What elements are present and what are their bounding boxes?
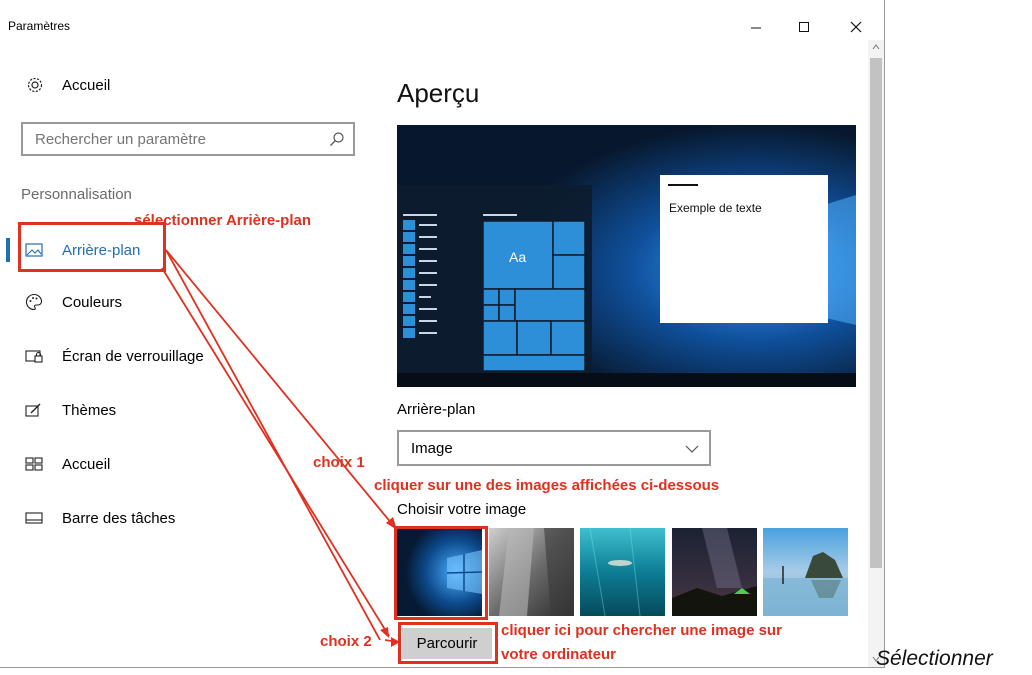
annotation-select-background: sélectionner Arrière-plan <box>134 212 312 229</box>
sidebar-item-label: Barre des tâches <box>62 509 176 527</box>
lock-screen-icon <box>24 346 44 366</box>
palette-icon <box>24 292 44 312</box>
close-icon <box>850 21 862 33</box>
home-label: Accueil <box>62 76 111 94</box>
chevron-down-icon <box>685 445 699 453</box>
vertical-scrollbar[interactable] <box>868 40 884 667</box>
sidebar-item-label: Couleurs <box>62 293 123 311</box>
section-title: Personnalisation <box>21 186 132 203</box>
sidebar-item-taskbar[interactable]: Barre des tâches <box>0 498 372 538</box>
search-box[interactable] <box>21 122 355 156</box>
close-button[interactable] <box>836 12 876 42</box>
sidebar-item-label: Thèmes <box>62 401 117 419</box>
active-indicator <box>6 238 10 262</box>
minimize-icon <box>751 27 761 29</box>
maximize-button[interactable] <box>784 12 824 42</box>
scrollbar-thumb[interactable] <box>870 58 882 568</box>
sidebar-item-label: Écran de verrouillage <box>62 347 204 365</box>
annotation-choice-1-text: cliquer sur une des images affichées ci-… <box>374 477 720 494</box>
background-label: Arrière-plan <box>397 401 476 418</box>
highlight-box-background-item <box>18 222 166 272</box>
annotation-choice-2-text-line1: cliquer ici pour chercher une image sur <box>501 622 782 639</box>
annotation-choice-1: choix 1 <box>313 454 365 471</box>
taskbar-icon <box>24 508 44 528</box>
choose-image-label: Choisir votre image <box>397 501 527 518</box>
thumbnail-night-sky-tent[interactable] <box>672 528 757 616</box>
search-icon <box>330 132 344 146</box>
preview-image <box>397 125 856 387</box>
annotation-choice-2: choix 2 <box>320 633 372 650</box>
sidebar-item-themes[interactable]: Thèmes <box>0 390 372 430</box>
window-title: Paramètres <box>8 19 71 33</box>
caption-text: Sélectionner <box>876 647 993 670</box>
title-bar: Paramètres <box>0 0 884 50</box>
annotation-choice-2-text-line2: votre ordinateur <box>501 646 617 663</box>
preview-tile-label: Aa <box>509 249 527 265</box>
sidebar-item-label: Accueil <box>62 455 111 473</box>
thumbnail-underwater-swimmer[interactable] <box>580 528 665 616</box>
background-preview: Aa Exemple de texte <box>397 125 856 387</box>
minimize-button[interactable] <box>736 12 776 42</box>
search-input[interactable] <box>35 129 325 149</box>
start-icon <box>24 454 44 474</box>
preview-sample-text: Exemple de texte <box>669 201 762 215</box>
home-link[interactable]: Accueil <box>26 76 110 94</box>
thumbnail-rock-cliff[interactable] <box>489 528 574 616</box>
background-type-dropdown[interactable]: Image <box>397 430 711 466</box>
themes-icon <box>24 400 44 420</box>
gear-icon <box>26 76 44 94</box>
dropdown-value: Image <box>411 440 453 457</box>
scroll-up-icon <box>872 44 880 50</box>
sidebar-item-colors[interactable]: Couleurs <box>0 282 372 322</box>
highlight-box-first-thumbnail <box>394 526 488 620</box>
sidebar-item-lock-screen[interactable]: Écran de verrouillage <box>0 336 372 376</box>
sidebar: Accueil Personnalisation Arrière-plan Co… <box>0 50 372 667</box>
thumbnail-beach-rocks[interactable] <box>763 528 848 616</box>
page-title: Aperçu <box>397 78 480 108</box>
maximize-icon <box>799 22 809 32</box>
highlight-box-browse-button <box>398 622 498 664</box>
